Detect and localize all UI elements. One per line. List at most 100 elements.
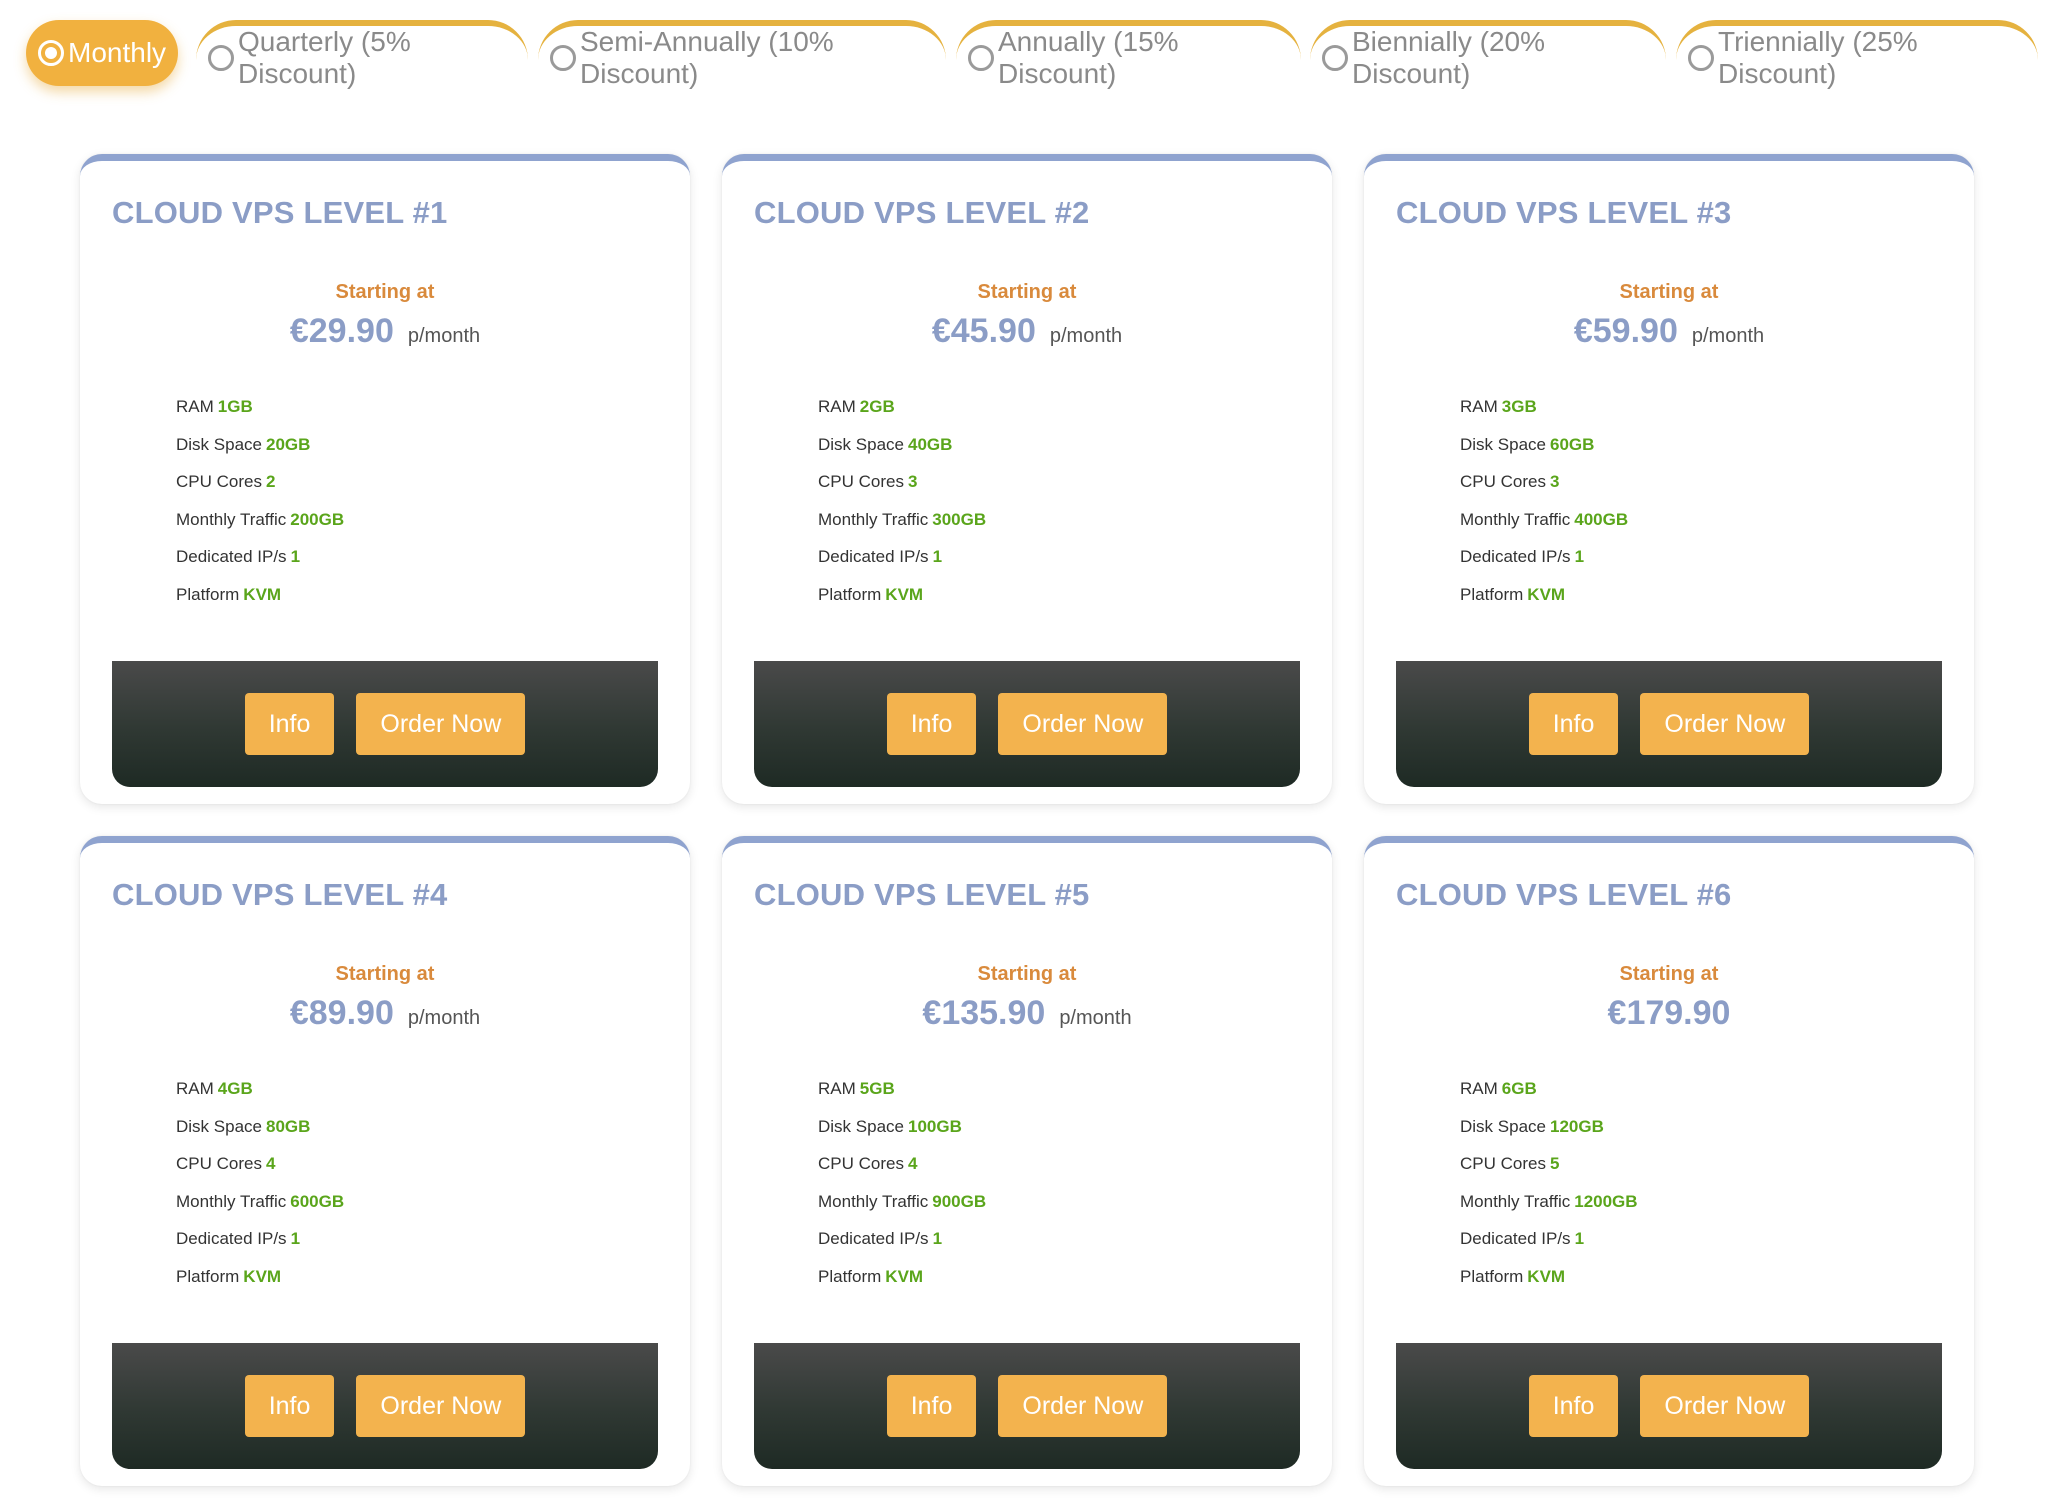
tab-triennially[interactable]: Triennially (25% Discount) bbox=[1676, 20, 2038, 89]
tab-annually[interactable]: Annually (15% Discount) bbox=[956, 20, 1301, 89]
info-button[interactable]: Info bbox=[1528, 1375, 1619, 1437]
feature-value: 3 bbox=[1549, 472, 1560, 491]
feature-label: Monthly Traffic bbox=[818, 509, 929, 529]
feature-disk-space: Disk Space 120GB bbox=[1460, 1117, 1638, 1155]
feature-value: 1 bbox=[932, 547, 943, 566]
feature-value: KVM bbox=[243, 1266, 282, 1286]
card-footer: Info Order Now bbox=[1396, 661, 1942, 787]
feature-value: 1 bbox=[1574, 547, 1585, 566]
info-button[interactable]: Info bbox=[244, 1375, 335, 1437]
order-now-button[interactable]: Order Now bbox=[1640, 1375, 1810, 1437]
feature-label: RAM bbox=[176, 1079, 214, 1098]
order-now-button[interactable]: Order Now bbox=[1640, 693, 1810, 755]
order-now-button[interactable]: Order Now bbox=[356, 693, 526, 755]
feature-value: 20GB bbox=[265, 434, 311, 454]
feature-value: 4 bbox=[907, 1154, 918, 1173]
feature-value: 600GB bbox=[290, 1191, 345, 1211]
price-period: p/month bbox=[1049, 325, 1123, 347]
tab-semi-annually[interactable]: Semi-Annually (10% Discount) bbox=[538, 20, 946, 89]
radio-selected-icon[interactable] bbox=[38, 40, 64, 66]
radio-icon[interactable] bbox=[968, 45, 994, 71]
plan-title: CLOUD VPS LEVEL #3 bbox=[1396, 195, 1732, 230]
feature-label: Dedicated IP/s bbox=[1460, 1229, 1571, 1248]
feature-label: RAM bbox=[1460, 1079, 1498, 1098]
price: €179.90 bbox=[1607, 994, 1731, 1032]
feature-disk-space: Disk Space 100GB bbox=[818, 1117, 986, 1155]
feature-value: 2 bbox=[265, 472, 276, 491]
feature-ram: RAM 3GB bbox=[1460, 397, 1628, 435]
order-now-button[interactable]: Order Now bbox=[998, 1375, 1168, 1437]
plan-card-level-3: CLOUD VPS LEVEL #3 Starting at €59.90 p/… bbox=[1364, 154, 1974, 804]
feature-value: 3 bbox=[907, 472, 918, 491]
feature-platform: Platform KVM bbox=[818, 1267, 986, 1305]
price: €59.90 bbox=[1573, 312, 1678, 350]
feature-value: 5 bbox=[1549, 1154, 1560, 1173]
price-period: p/month bbox=[1059, 1007, 1132, 1029]
feature-cpu-cores: CPU Cores 3 bbox=[818, 472, 986, 510]
price-row: €59.90 p/month bbox=[1364, 312, 1974, 351]
info-button[interactable]: Info bbox=[886, 1375, 977, 1437]
feature-label: CPU Cores bbox=[176, 1154, 262, 1173]
price-row: €179.90 bbox=[1364, 994, 1974, 1033]
feature-monthly-traffic: Monthly Traffic 300GB bbox=[818, 510, 986, 548]
feature-value: 5GB bbox=[859, 1079, 895, 1098]
plan-title: CLOUD VPS LEVEL #1 bbox=[112, 195, 448, 230]
radio-icon[interactable] bbox=[1688, 45, 1714, 71]
feature-ram: RAM 4GB bbox=[176, 1079, 344, 1117]
feature-ram: RAM 6GB bbox=[1460, 1079, 1638, 1117]
feature-label: CPU Cores bbox=[1460, 1154, 1546, 1173]
price: €89.90 bbox=[289, 994, 394, 1032]
price: €135.90 bbox=[922, 994, 1046, 1032]
feature-label: Dedicated IP/s bbox=[1460, 547, 1571, 566]
tab-biennially[interactable]: Biennially (20% Discount) bbox=[1310, 20, 1666, 89]
starting-at-label: Starting at bbox=[1619, 281, 1719, 303]
feature-label: Platform bbox=[818, 1266, 882, 1286]
tab-quarterly[interactable]: Quarterly (5% Discount) bbox=[196, 20, 528, 89]
feature-disk-space: Disk Space 80GB bbox=[176, 1117, 344, 1155]
feature-label: RAM bbox=[818, 397, 856, 416]
feature-value: 60GB bbox=[1549, 434, 1595, 454]
plan-card-level-6: CLOUD VPS LEVEL #6 Starting at €179.90 R… bbox=[1364, 836, 1974, 1486]
price: €45.90 bbox=[931, 312, 1036, 350]
feature-value: 2GB bbox=[859, 397, 895, 416]
feature-platform: Platform KVM bbox=[818, 585, 986, 623]
plan-title: CLOUD VPS LEVEL #5 bbox=[754, 877, 1090, 912]
feature-value: 4GB bbox=[217, 1079, 253, 1098]
feature-cpu-cores: CPU Cores 5 bbox=[1460, 1154, 1638, 1192]
feature-ram: RAM 2GB bbox=[818, 397, 986, 435]
card-footer: Info Order Now bbox=[754, 661, 1300, 787]
feature-label: Disk Space bbox=[176, 434, 262, 454]
feature-monthly-traffic: Monthly Traffic 600GB bbox=[176, 1192, 344, 1230]
feature-list: RAM 5GB Disk Space 100GB CPU Cores 4 Monthl… bbox=[818, 1079, 986, 1304]
info-button[interactable]: Info bbox=[244, 693, 335, 755]
feature-value: KVM bbox=[885, 584, 924, 604]
order-now-button[interactable]: Order Now bbox=[998, 693, 1168, 755]
feature-label: Disk Space bbox=[818, 1116, 904, 1136]
tab-monthly[interactable]: Monthly bbox=[26, 20, 178, 86]
feature-ram: RAM 1GB bbox=[176, 397, 344, 435]
info-button[interactable]: Info bbox=[1528, 693, 1619, 755]
feature-dedicated-ips: Dedicated IP/s 1 bbox=[1460, 547, 1628, 585]
feature-label: RAM bbox=[1460, 397, 1498, 416]
radio-icon[interactable] bbox=[1322, 45, 1348, 71]
tab-label: Monthly bbox=[68, 37, 167, 68]
plan-card-level-1: CLOUD VPS LEVEL #1 Starting at €29.90 p/… bbox=[80, 154, 690, 804]
starting-at-label: Starting at bbox=[977, 963, 1077, 985]
feature-monthly-traffic: Monthly Traffic 1200GB bbox=[1460, 1192, 1638, 1230]
radio-icon[interactable] bbox=[208, 45, 234, 71]
feature-label: RAM bbox=[818, 1079, 856, 1098]
card-footer: Info Order Now bbox=[112, 661, 658, 787]
radio-icon[interactable] bbox=[550, 45, 576, 71]
info-button[interactable]: Info bbox=[886, 693, 977, 755]
feature-label: Monthly Traffic bbox=[1460, 509, 1571, 529]
feature-label: RAM bbox=[176, 397, 214, 416]
feature-monthly-traffic: Monthly Traffic 200GB bbox=[176, 510, 344, 548]
feature-label: Platform bbox=[1460, 1266, 1524, 1286]
feature-label: Monthly Traffic bbox=[818, 1191, 929, 1211]
feature-value: 1 bbox=[290, 1229, 301, 1248]
feature-list: RAM 3GB Disk Space 60GB CPU Cores 3 Monthly… bbox=[1460, 397, 1628, 622]
plan-title: CLOUD VPS LEVEL #6 bbox=[1396, 877, 1732, 912]
feature-label: Dedicated IP/s bbox=[176, 547, 287, 566]
feature-disk-space: Disk Space 40GB bbox=[818, 435, 986, 473]
order-now-button[interactable]: Order Now bbox=[356, 1375, 526, 1437]
